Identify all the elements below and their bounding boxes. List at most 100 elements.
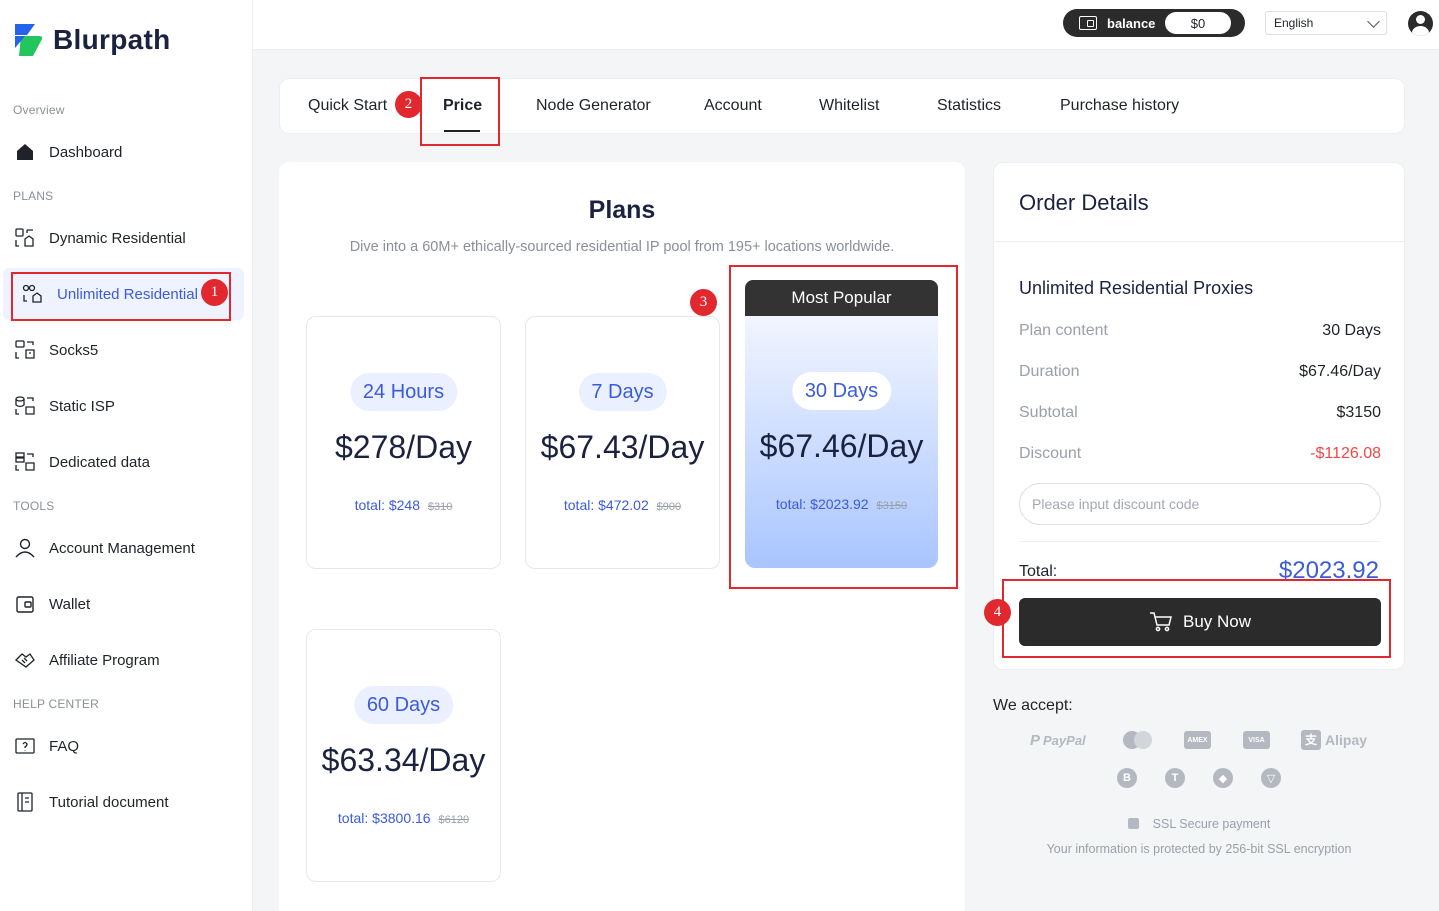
- sidebar-item-affiliate-program[interactable]: Affiliate Program: [13, 640, 243, 680]
- tab-whitelist[interactable]: Whitelist: [819, 97, 879, 115]
- tab-purchase-history[interactable]: Purchase history: [1060, 97, 1179, 115]
- plan-card-30-days[interactable]: 30 Days $67.46/Day total: $2023.92 $3150: [745, 316, 938, 568]
- section-tools: TOOLS: [13, 499, 55, 513]
- order-row-plan-content: Plan content 30 Days: [1019, 322, 1381, 340]
- sidebar-item-label: Unlimited Residential: [57, 285, 198, 303]
- balance-value: $0: [1165, 12, 1231, 34]
- order-row-label: Discount: [1019, 445, 1082, 462]
- sidebar-item-label: Dedicated data: [49, 453, 150, 471]
- order-row-discount: Discount -$1126.08: [1019, 445, 1381, 463]
- divider: [994, 241, 1404, 242]
- sidebar-item-label: Dynamic Residential: [49, 229, 186, 247]
- sidebar-item-static-isp[interactable]: Static ISP: [13, 386, 243, 426]
- plans-title: Plans: [588, 196, 656, 224]
- order-row-label: Duration: [1019, 363, 1080, 380]
- mastercard-icon: [1121, 730, 1154, 750]
- plan-total-value: $472.02: [598, 497, 649, 513]
- plan-total-value: $248: [388, 497, 421, 513]
- plan-total-label: total:: [354, 497, 385, 513]
- tab-statistics[interactable]: Statistics: [937, 97, 1001, 115]
- plan-total: total: $472.02 $900: [526, 497, 719, 513]
- language-select[interactable]: English: [1265, 11, 1387, 35]
- plan-original-price: $6120: [438, 814, 470, 826]
- sidebar-item-label: FAQ: [49, 737, 80, 755]
- tab-price[interactable]: Price: [443, 97, 482, 115]
- plan-total-label: total:: [775, 496, 807, 512]
- balance-widget[interactable]: balance $0: [1063, 9, 1245, 37]
- tether-icon: T: [1165, 768, 1185, 788]
- plan-card-60-days[interactable]: 60 Days $63.34/Day total: $3800.16 $6120: [306, 629, 501, 882]
- plan-duration: 7 Days: [578, 373, 667, 411]
- balance-label: balance: [1107, 15, 1156, 31]
- home-icon: [13, 140, 37, 164]
- ssl-secure-text: SSL Secure payment: [1152, 817, 1271, 831]
- order-title: Order Details: [1019, 190, 1149, 215]
- order-product-name: Unlimited Residential Proxies: [1019, 278, 1254, 298]
- sidebar-item-dynamic-residential[interactable]: Dynamic Residential: [13, 218, 243, 258]
- wallet-icon: [1079, 16, 1097, 30]
- total-label: Total:: [1019, 563, 1058, 580]
- order-row-value: $67.46/Day: [1299, 363, 1381, 380]
- section-overview: Overview: [13, 103, 65, 117]
- chevron-down-icon: [1367, 15, 1380, 28]
- residential-icon: [13, 226, 37, 250]
- sidebar-item-label: Static ISP: [49, 397, 115, 415]
- bitcoin-icon: B: [1117, 768, 1137, 788]
- ethereum-icon: ◆: [1213, 768, 1233, 788]
- alipay-logo: 支 Alipay: [1301, 730, 1367, 750]
- static-isp-icon: [13, 394, 37, 418]
- most-popular-banner: Most Popular: [745, 280, 938, 316]
- section-help-center: HELP CENTER: [13, 697, 100, 711]
- unlimited-icon: [21, 282, 45, 306]
- tab-account[interactable]: Account: [704, 97, 762, 115]
- sidebar-item-account-management[interactable]: Account Management: [13, 528, 243, 568]
- tab-node-generator[interactable]: Node Generator: [536, 97, 651, 115]
- tab-bar: Quick Start Price Node Generator Account…: [279, 78, 1405, 134]
- discount-code-input[interactable]: [1019, 483, 1381, 525]
- sidebar-item-wallet[interactable]: Wallet: [13, 584, 243, 624]
- order-row-duration: Duration $67.46/Day: [1019, 363, 1381, 381]
- sidebar-item-dashboard[interactable]: Dashboard: [13, 132, 243, 172]
- avatar[interactable]: [1408, 11, 1433, 36]
- plan-total-value: $2023.92: [810, 496, 869, 512]
- annotation-badge-2: 2: [395, 91, 422, 118]
- language-value: English: [1274, 16, 1314, 30]
- sidebar-item-label: Wallet: [49, 595, 91, 613]
- order-row-label: Plan content: [1019, 322, 1108, 339]
- plan-original-price: $900: [656, 501, 682, 513]
- sidebar-item-faq[interactable]: FAQ: [13, 726, 243, 766]
- plan-total: total: $2023.92 $3150: [745, 496, 938, 512]
- faq-icon: [13, 734, 37, 758]
- sidebar-item-label: Tutorial document: [49, 793, 169, 811]
- plan-duration: 30 Days: [791, 372, 892, 410]
- brand-logo[interactable]: Blurpath: [13, 20, 171, 60]
- visa-icon: VISA: [1243, 731, 1270, 749]
- order-row-value: 30 Days: [1322, 322, 1381, 339]
- wallet-icon: [13, 592, 37, 616]
- user-head-shape: [1416, 15, 1425, 24]
- plan-card-7-days[interactable]: 7 Days $67.43/Day total: $472.02 $900: [525, 316, 720, 569]
- plan-price: $67.43/Day: [540, 429, 705, 465]
- order-row-value: -$1126.08: [1310, 445, 1381, 462]
- logo-icon: [13, 22, 45, 58]
- payment-method-name: Alipay: [1325, 732, 1368, 748]
- plan-total-label: total:: [337, 810, 369, 826]
- buy-now-button[interactable]: Buy Now: [1019, 598, 1381, 646]
- plan-price: $63.34/Day: [321, 742, 486, 778]
- plan-total: total: $3800.16 $6120: [307, 810, 500, 826]
- plan-duration: 24 Hours: [349, 373, 458, 411]
- tab-quick-start[interactable]: Quick Start: [308, 97, 387, 115]
- sidebar-item-socks5[interactable]: Socks5: [13, 330, 243, 370]
- sidebar-item-label: Account Management: [49, 539, 195, 557]
- sidebar-item-tutorial-document[interactable]: Tutorial document: [13, 782, 243, 822]
- plan-card-24-hours[interactable]: 24 Hours $278/Day total: $248 $310: [306, 316, 501, 569]
- total-value: $2023.92: [1278, 557, 1379, 584]
- payment-method-name: PayPal: [1043, 733, 1086, 748]
- sidebar-item-dedicated-data[interactable]: Dedicated data: [13, 442, 243, 482]
- annotation-badge-3: 3: [690, 289, 717, 316]
- socks5-icon: [13, 338, 37, 362]
- handshake-icon: [13, 648, 37, 672]
- plan-duration: 60 Days: [353, 686, 454, 724]
- order-details-panel: Order Details Unlimited Residential Prox…: [993, 162, 1405, 670]
- cart-icon: [1149, 612, 1172, 632]
